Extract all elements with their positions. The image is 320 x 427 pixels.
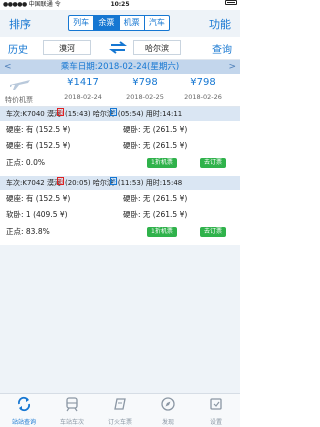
flight-price-cell[interactable]: ¥1417 2018-02-24 [48,77,118,102]
history-button[interactable]: 历史 [8,41,28,56]
seat-availability: 硬座: 有 (152.5 ¥) [6,125,71,134]
route-search-row: 历史 漠河 哈尔滨 查询 [0,37,240,60]
travel-date-bar: < 乘车日期:2018-02-24(星期六) > [0,60,240,74]
mode-segmented-control: 列车 余票 机票 汽车 [68,15,170,31]
travel-date-label[interactable]: 乘车日期:2018-02-24(星期六) [61,62,179,72]
book-ticket-button[interactable]: 去订票 [200,158,227,168]
seat-availability: 硬卧: 无 (261.5 ¥) [123,210,188,219]
end-station-tag: 终 [109,108,117,116]
ticket-icon [114,398,126,410]
seat-row: 硬座: 有 (152.5 ¥) 硬卧: 无 (261.5 ¥) [0,139,240,153]
tab-station-trains[interactable]: 车站车次 [48,394,96,427]
seat-availability: 硬座: 有 (152.5 ¥) [6,141,71,150]
top-nav-bar: 排序 列车 余票 机票 汽车 功能 [0,10,240,37]
compass-icon [161,397,175,411]
tab-bus[interactable]: 汽车 [145,16,169,30]
functions-button[interactable]: 功能 [209,16,231,32]
refresh-icon [17,396,31,412]
tab-trains[interactable]: 列车 [69,16,95,30]
seat-availability: 硬座: 有 (152.5 ¥) [6,194,71,203]
next-date-button[interactable]: > [228,60,236,74]
seat-row: 硬座: 有 (152.5 ¥) 硬卧: 无 (261.5 ¥) [0,123,240,137]
sort-button[interactable]: 排序 [9,16,31,32]
seat-availability: 软卧: 1 (409.5 ¥) [6,210,68,219]
seat-availability: 硬卧: 无 (261.5 ¥) [123,194,188,203]
seat-availability: 硬卧: 无 (261.5 ¥) [123,125,188,134]
train-result-card[interactable]: 车次:K7042 漠河始 (20:05) 哈尔滨终 (11:53) 用时:15:48… [0,176,240,241]
prev-date-button[interactable]: < [4,60,12,74]
punctuality-rate: 正点: 0.0% [6,158,45,167]
train-header: 车次:K7040 漠河始 (15:43) 哈尔滨终 (05:54) 用时:14:11 [0,107,240,121]
seat-row: 硬座: 有 (152.5 ¥) 硬卧: 无 (261.5 ¥) [0,192,240,206]
punctuality-row: 正点: 0.0% 1折机票 去订票 [0,156,240,170]
end-station-tag: 终 [109,177,117,185]
train-header: 车次:K7042 漠河始 (20:05) 哈尔滨终 (11:53) 用时:15:48 [0,176,240,190]
discount-flight-button[interactable]: 1折机票 [147,227,177,237]
tab-discover[interactable]: 发现 [144,394,192,427]
status-right [225,0,237,5]
seat-availability: 硬卧: 无 (261.5 ¥) [123,141,188,150]
status-bar: ●●●●● 中国联通 令 10:25 [0,0,240,10]
arrive-info: (05:54) 用时:14:11 [117,110,183,118]
tab-label: 站站查询 [11,419,36,426]
flight-date: 2018-02-24 [64,93,102,101]
empty-list-area [0,245,240,393]
tab-station-query[interactable]: 站站查询 [0,394,48,427]
swap-stations-icon[interactable] [108,40,128,55]
plane-icon [10,80,30,90]
flight-price-cell[interactable]: ¥798 2018-02-26 [168,77,238,102]
query-button[interactable]: 查询 [212,41,232,56]
tab-label: 发现 [161,419,174,426]
depart-info: (20:05) 哈尔滨 [65,179,114,187]
battery-icon [225,0,237,5]
book-ticket-button[interactable]: 去订票 [200,227,227,237]
bottom-tab-bar: 站站查询 车站车次 订火车票 发现 设置 [0,393,240,427]
tab-label: 设置 [209,419,222,426]
tab-label: 订火车票 [107,419,132,426]
start-station-tag: 始 [57,177,64,185]
tab-settings[interactable]: 设置 [192,394,240,427]
flight-price: ¥1417 [67,77,99,88]
depart-info: (15:43) 哈尔滨 [65,110,114,118]
from-station-field[interactable]: 漠河 [43,40,91,55]
tab-remaining-tickets[interactable]: 余票 [94,16,120,30]
special-flight-label: 特价机票 [5,96,33,104]
tab-book-ticket[interactable]: 订火车票 [96,394,144,427]
tab-label: 车站车次 [59,419,84,426]
discount-flight-button[interactable]: 1折机票 [147,158,177,168]
flight-date: 2018-02-26 [184,93,222,101]
train-result-card[interactable]: 车次:K7040 漠河始 (15:43) 哈尔滨终 (05:54) 用时:14:11… [0,107,240,172]
flight-price-row: 特价机票 ¥1417 2018-02-24 ¥798 2018-02-25 ¥7… [0,74,240,107]
punctuality-row: 正点: 83.8% 1折机票 去订票 [0,225,240,239]
to-station-field[interactable]: 哈尔滨 [133,40,181,55]
train-title: 车次:K7042 漠河 [6,179,61,187]
seat-row: 软卧: 1 (409.5 ¥) 硬卧: 无 (261.5 ¥) [0,208,240,222]
status-time: 10:25 [110,1,130,8]
train-title: 车次:K7040 漠河 [6,110,61,118]
flight-price: ¥798 [190,77,216,88]
arrive-info: (11:53) 用时:15:48 [117,179,183,187]
train-icon [66,397,78,412]
tab-flights[interactable]: 机票 [120,16,145,30]
punctuality-rate: 正点: 83.8% [6,227,50,236]
settings-icon [210,398,222,410]
start-station-tag: 始 [57,108,64,116]
